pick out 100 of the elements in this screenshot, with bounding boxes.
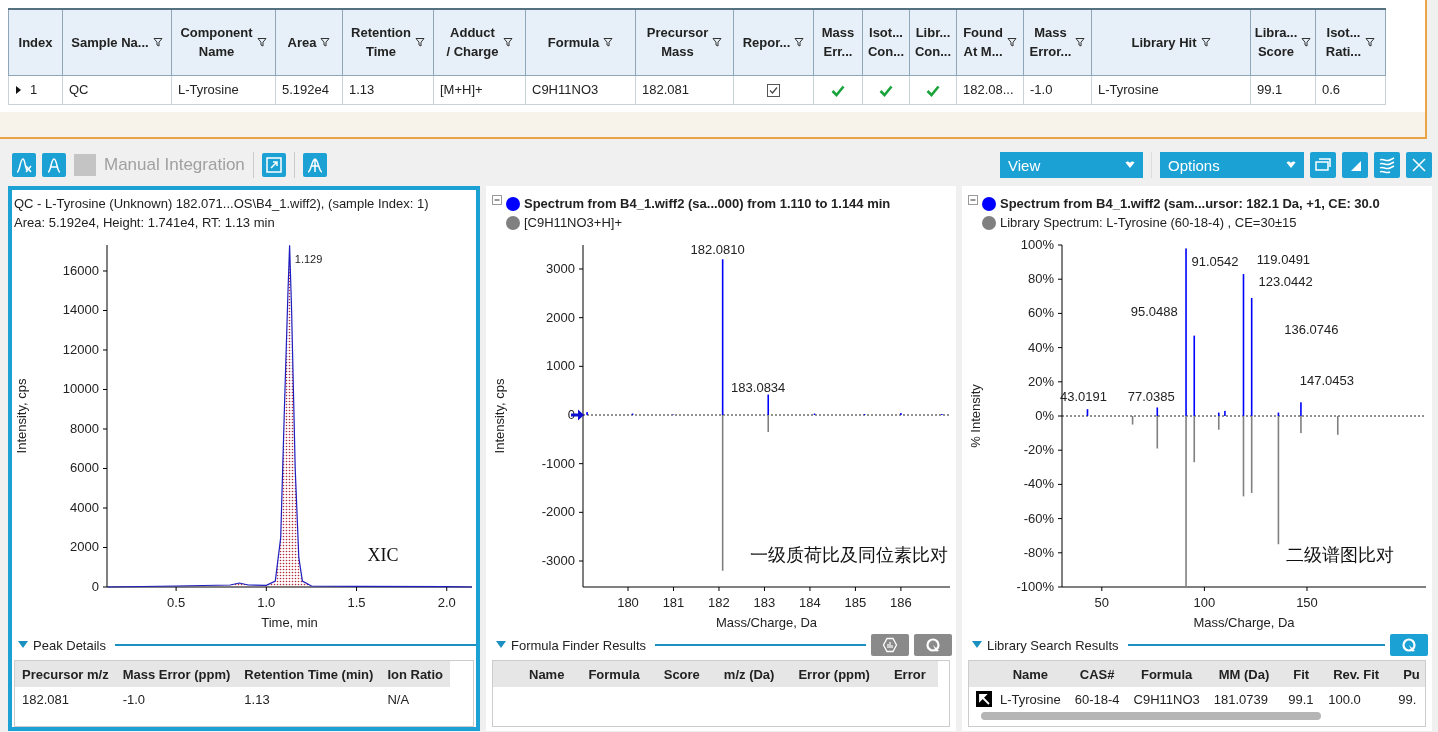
filter-icon[interactable] [256, 37, 267, 48]
table-cell: L-Tyrosine [1000, 691, 1061, 707]
tick-label: 0.5 [167, 595, 186, 610]
tick-label: 0% [1035, 408, 1054, 423]
column-header[interactable]: Formula [1126, 661, 1207, 687]
column-header[interactable]: MM (Da) [1206, 661, 1282, 687]
toolbar-button[interactable] [12, 153, 36, 177]
tick-label: 0 [91, 579, 99, 594]
table-cell: N/A [380, 687, 450, 711]
toolbar-button[interactable] [1342, 152, 1368, 178]
peak-label: 77.0385 [1127, 388, 1175, 404]
column-header[interactable]: CAS# [1067, 661, 1127, 687]
tick-label: 2000 [70, 539, 99, 555]
tick-label: 8000 [70, 421, 99, 436]
chart-note: 一级质荷比及同位素比对 [750, 545, 948, 566]
column-header[interactable]: Formula [525, 9, 636, 75]
tick-label: 10000 [62, 381, 99, 397]
toolbar-label: Manual Integration [104, 155, 245, 175]
header-label: Found At M... [963, 24, 1003, 62]
tick-label: 2000 [546, 309, 575, 325]
tick-label: -60% [1023, 510, 1054, 526]
column-header[interactable]: Repor... [733, 9, 814, 75]
table-cell: [M+H]+ [440, 82, 483, 97]
peak-label: 136.0746 [1284, 322, 1339, 337]
axis-title: Mass/Charge, Da [1193, 615, 1295, 630]
toolbar-button[interactable] [1406, 152, 1432, 178]
column-header[interactable]: Isot... Rati... [1315, 9, 1386, 75]
filter-icon[interactable] [1006, 37, 1017, 48]
filter-icon[interactable] [1365, 37, 1376, 48]
filter-icon[interactable] [794, 37, 805, 48]
collapse-icon[interactable] [968, 195, 978, 205]
column-header[interactable]: Pu [1391, 661, 1425, 687]
section-button[interactable] [871, 634, 909, 656]
toolbar-button[interactable] [42, 153, 66, 177]
tick-label: 16000 [62, 263, 99, 278]
column-header[interactable]: Sample Na... [62, 9, 172, 75]
column-header[interactable]: Libra... Score [1250, 9, 1316, 75]
section-button[interactable] [1390, 634, 1428, 656]
column-header[interactable]: Found At M... [956, 9, 1024, 75]
column-header[interactable]: Retention Time (min) [237, 661, 381, 687]
peak-label: 95.0488 [1130, 304, 1178, 320]
header-label: Mass Err... [821, 24, 855, 62]
tick-label: -3000 [541, 553, 575, 568]
column-header[interactable]: Name [969, 661, 1068, 687]
section-title: Peak Details [33, 637, 106, 653]
column-header[interactable]: Error [881, 661, 938, 687]
chart-panel[interactable] [8, 186, 480, 731]
column-header[interactable]: Fit [1281, 661, 1322, 687]
tick-label: 3000 [546, 261, 575, 276]
section-button[interactable] [914, 634, 952, 656]
column-header[interactable]: Component Name [171, 9, 276, 75]
collapse-icon[interactable] [492, 195, 502, 205]
filter-icon[interactable] [603, 37, 614, 48]
column-header[interactable]: Libr... Con... [909, 9, 957, 75]
column-header[interactable]: Formula [576, 661, 652, 687]
header-label: Repor... [742, 33, 791, 52]
column-header[interactable]: m/z (Da) [711, 661, 787, 687]
column-header[interactable]: Index [8, 9, 63, 75]
series-label: XIC [367, 545, 399, 566]
tick-label: 4000 [70, 500, 99, 515]
tick-label: -100% [1016, 579, 1054, 594]
filter-icon[interactable] [712, 37, 723, 48]
column-header[interactable]: Area [275, 9, 343, 75]
toolbar-button[interactable] [302, 153, 327, 177]
header-label: Index [18, 33, 53, 52]
tick-label: 14000 [62, 302, 99, 318]
legend-label: Spectrum from B4_1.wiff2 (sa...000) from 1.110 to 1.144 min [524, 196, 891, 211]
tick-label: 60% [1027, 305, 1054, 321]
filter-icon[interactable] [152, 37, 163, 48]
column-header[interactable]: Score [651, 661, 712, 687]
checkbox[interactable] [767, 84, 780, 98]
column-header[interactable]: Retention Time [342, 9, 434, 75]
column-header[interactable]: Precursor Mass [635, 9, 734, 75]
column-header[interactable]: Mass Err... [813, 9, 863, 75]
column-header[interactable]: Library Hit [1091, 9, 1251, 75]
column-header[interactable]: Precursor m/z [15, 661, 116, 687]
expand-icon[interactable] [972, 641, 982, 649]
column-header[interactable]: Name [493, 661, 577, 687]
tick-label: 2.0 [437, 595, 456, 610]
toolbar-button[interactable] [1374, 152, 1400, 178]
column-header[interactable]: Mass Error... [1023, 9, 1092, 75]
toolbar-button[interactable] [261, 153, 286, 177]
filter-icon[interactable] [502, 37, 513, 48]
structure-icon[interactable] [976, 691, 992, 707]
column-header[interactable]: Mass Error (ppm) [115, 661, 238, 687]
column-header[interactable]: Isot... Con... [862, 9, 910, 75]
filter-icon[interactable] [414, 37, 425, 48]
column-header[interactable]: Ion Ratio [380, 661, 450, 687]
filter-icon[interactable] [1075, 37, 1086, 48]
column-header[interactable]: Error (ppm) [786, 661, 882, 687]
filter-icon[interactable] [320, 37, 331, 48]
search-icon [1401, 637, 1417, 653]
filter-icon[interactable] [1301, 37, 1312, 48]
close-icon [1410, 156, 1428, 174]
column-header[interactable]: Rev. Fit [1321, 661, 1392, 687]
expand-icon[interactable] [18, 641, 28, 649]
peak-label: 123.0442 [1258, 274, 1313, 290]
expand-icon[interactable] [496, 641, 506, 649]
column-header[interactable]: Adduct / Charge [433, 9, 526, 75]
filter-icon[interactable] [1200, 37, 1211, 48]
